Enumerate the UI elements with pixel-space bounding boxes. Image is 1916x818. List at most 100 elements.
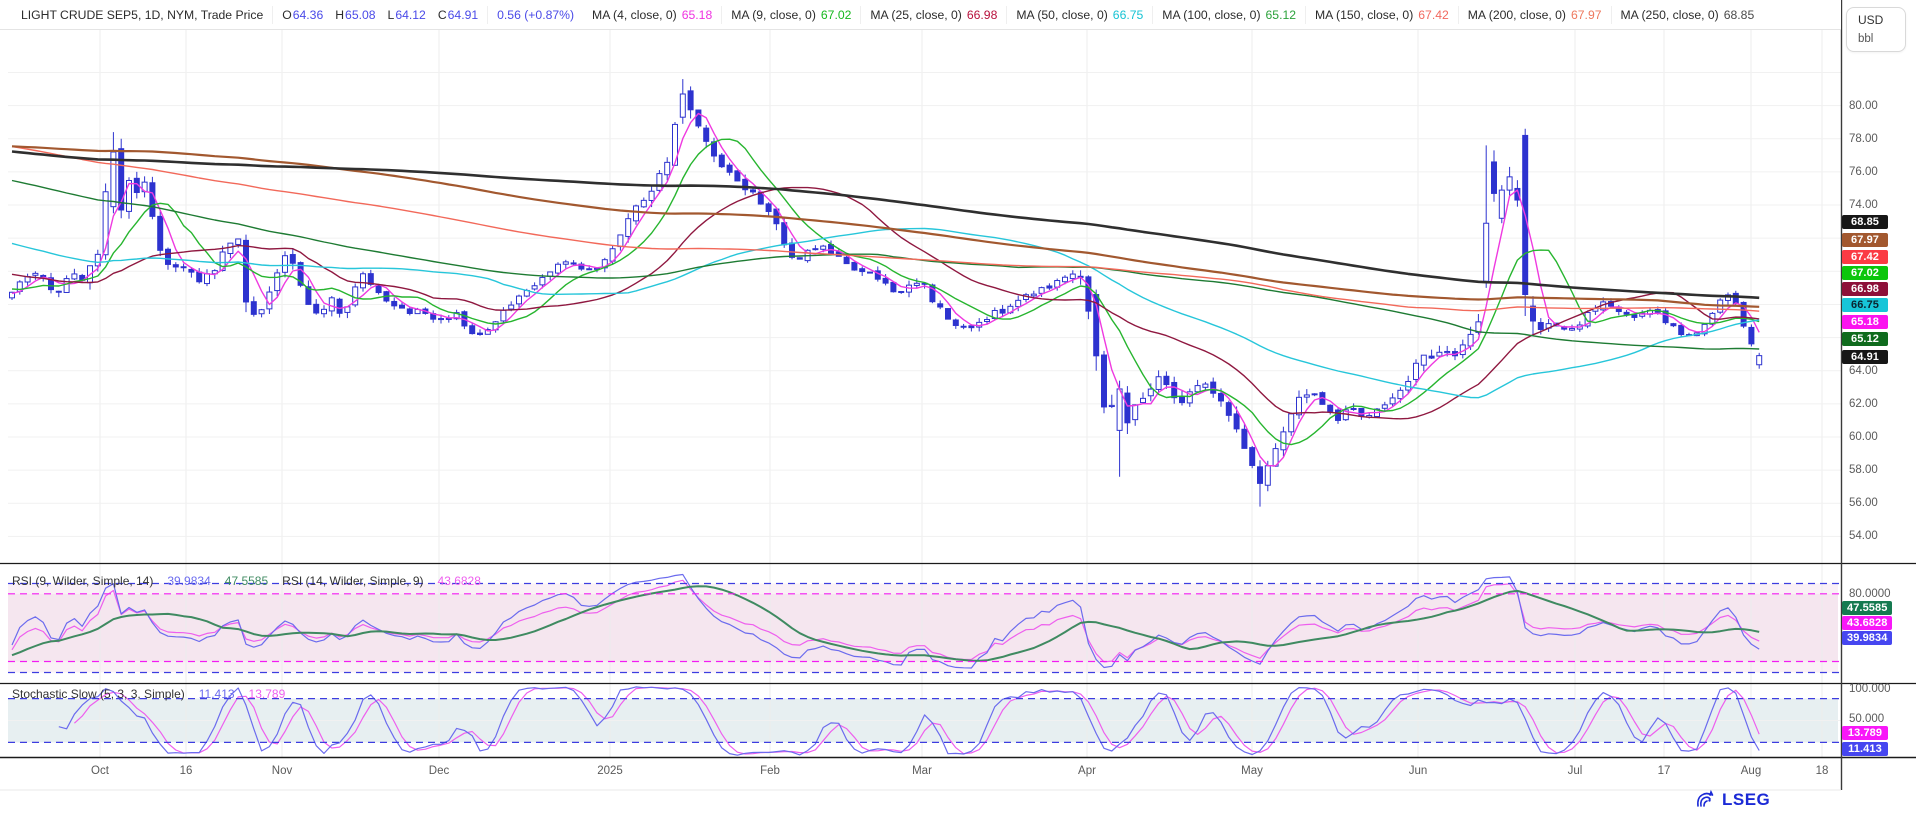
legend-1500-ma[interactable]: MA (150, close, 0)67.42	[1305, 6, 1458, 24]
candle-down	[446, 318, 451, 319]
moving-average-layer	[12, 114, 1759, 466]
x-tick-label-Apr: Apr	[1055, 765, 1119, 777]
rsi9-ma-value: 47.5585	[225, 574, 268, 588]
ma200-price-label: 67.97	[1842, 233, 1888, 247]
candle-down	[1632, 315, 1637, 318]
candle-up	[361, 274, 366, 288]
candle-up	[1039, 288, 1044, 294]
time-axis[interactable]: Oct16NovDec2025FebMarAprMayJunJul17Aug18	[0, 758, 1841, 790]
candle-up	[1312, 394, 1317, 395]
candle-down	[1531, 306, 1536, 321]
candle-down	[696, 110, 701, 126]
candle-up	[649, 191, 654, 200]
legend-250-ma[interactable]: MA (25, close, 0) 66.98	[860, 6, 1006, 24]
candle-down	[766, 204, 771, 212]
x-tick-label-2025: 2025	[578, 765, 642, 777]
price-tick-label: 56.00	[1849, 497, 1878, 509]
candle-down	[1749, 327, 1754, 343]
candle-up	[228, 243, 233, 253]
candle-up	[665, 162, 670, 174]
candle-down	[197, 272, 202, 282]
currency-label: USD	[1858, 13, 1905, 27]
legend-2000-ma[interactable]: MA (200, close, 0)67.97	[1458, 6, 1611, 24]
ohlc-pair: H65.08	[335, 8, 375, 22]
candle-down	[1086, 277, 1091, 311]
price-axis-column[interactable]: USD bbl 80.0078.0076.0074.0064.0062.0060…	[1841, 0, 1916, 792]
candle-down	[751, 190, 756, 192]
candle-up	[1133, 405, 1138, 420]
ohlc-label-H: H	[335, 8, 344, 22]
candle-down	[173, 265, 178, 267]
candlestick-layer	[10, 79, 1762, 507]
rsi14-value: 43.6828	[438, 574, 481, 588]
legend-500-ma[interactable]: MA (50, close, 0)66.75	[1006, 6, 1152, 24]
ohlc-value-H: 65.08	[345, 8, 376, 22]
x-tick-label-Mar: Mar	[890, 765, 954, 777]
legend-90-ma[interactable]: MA (9, close, 0)67.02	[721, 6, 860, 24]
ohlc-legend[interactable]: O64.36H65.08L64.12C64.91	[272, 6, 487, 24]
ma-label: MA (25, close, 0)	[870, 8, 961, 22]
legend-40-ma[interactable]: MA (4, close, 0)65.18	[583, 6, 721, 24]
ohlc-value-O: 64.36	[293, 8, 324, 22]
candle-down	[953, 320, 958, 325]
stoch-axis-label: 100.000	[1849, 683, 1891, 695]
candle-down	[166, 249, 171, 264]
candle-up	[1265, 466, 1270, 485]
candle-down	[852, 262, 857, 270]
candle-up	[1382, 405, 1387, 408]
x-tick-label-Nov: Nov	[250, 765, 314, 777]
candle-up	[329, 298, 334, 311]
unit-selector[interactable]: USD bbl	[1846, 7, 1906, 52]
candle-up	[1203, 384, 1208, 387]
rsi9-ma-label: 47.5585	[1842, 601, 1892, 615]
ma-value: 66.98	[967, 8, 998, 22]
candle-up	[72, 274, 77, 279]
candle-up	[821, 246, 826, 249]
x-tick-label-Aug: Aug	[1719, 765, 1783, 777]
candle-up	[914, 283, 919, 285]
candle-up	[626, 219, 631, 237]
candle-up	[1437, 352, 1442, 356]
candle-down	[719, 155, 724, 167]
candle-down	[314, 304, 319, 313]
candle-up	[532, 286, 537, 289]
ma-value: 67.02	[821, 8, 852, 22]
candle-up	[1484, 223, 1489, 281]
instrument-legend[interactable]: LIGHT CRUDE SEP5, 1D, NYM, Trade Price	[12, 6, 272, 24]
x-tick-label-16: 16	[154, 765, 218, 777]
candle-down	[797, 258, 802, 259]
stoch-k-label: 11.413	[1842, 742, 1888, 756]
legend-1000-ma[interactable]: MA (100, close, 0)65.12	[1152, 6, 1305, 24]
price-tick-label: 54.00	[1849, 530, 1878, 542]
rsi-legend[interactable]: RSI (9, Wilder, Simple, 14) 39.9834 47.5…	[12, 574, 481, 588]
candle-up	[275, 273, 280, 291]
candle-up	[985, 320, 990, 322]
rsi9-value: 39.9834	[167, 574, 210, 588]
candle-down	[844, 257, 849, 263]
candle-down	[337, 299, 342, 313]
candle-up	[1507, 177, 1512, 190]
ma-label: MA (4, close, 0)	[592, 8, 677, 22]
candle-down	[688, 91, 693, 110]
candle-down	[376, 285, 381, 292]
ma-100-line	[12, 181, 1759, 350]
candle-down	[392, 301, 397, 305]
candle-down	[938, 304, 943, 307]
chart-canvas[interactable]	[0, 0, 1916, 792]
candle-down	[439, 319, 444, 320]
candle-up	[1289, 414, 1294, 432]
candle-down	[1258, 467, 1263, 484]
candle-down	[1219, 393, 1224, 400]
chart-legend-bar: LIGHT CRUDE SEP5, 1D, NYM, Trade Price O…	[0, 0, 1841, 30]
candle-down	[1351, 409, 1356, 410]
stochastic-legend[interactable]: Stochastic Slow (5, 3, 3, Simple) 11.413…	[12, 687, 285, 701]
candle-up	[556, 264, 561, 273]
ma50-price-label: 66.75	[1842, 298, 1888, 312]
ohlc-value-L: 64.12	[395, 8, 426, 22]
candle-down	[704, 128, 709, 141]
candle-up	[1141, 398, 1146, 402]
candle-down	[251, 302, 256, 315]
legend-2500-ma[interactable]: MA (250, close, 0)68.85	[1611, 6, 1764, 24]
rsi-axis-label: 80.0000	[1849, 588, 1891, 600]
x-tick-label-Dec: Dec	[407, 765, 471, 777]
